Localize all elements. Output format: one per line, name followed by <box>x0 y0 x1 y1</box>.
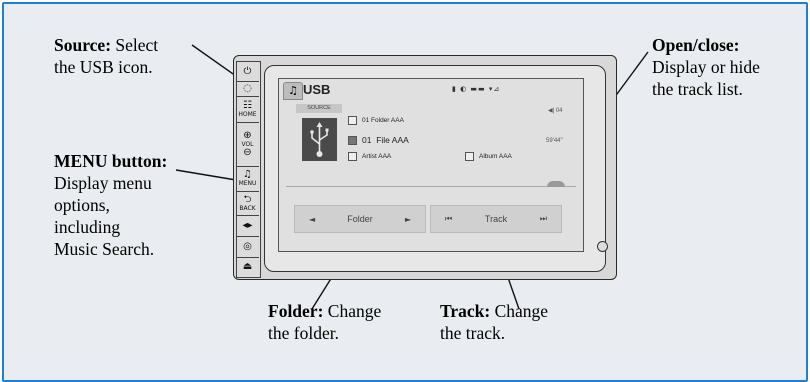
phone-icon: ◎ <box>243 240 252 252</box>
status-icons: ▮ ◐ ▬▬ ▾⊿ <box>452 85 501 93</box>
back-label: BACK <box>239 204 256 212</box>
folder-button-label: Folder <box>347 214 373 224</box>
track-list-toggle[interactable] <box>547 181 565 187</box>
source-callout: Source: Select the USB icon. <box>54 35 159 77</box>
menu-button[interactable]: ♫ MENU <box>236 166 259 192</box>
home-label: HOME <box>238 110 257 118</box>
music-icon: ♫ <box>243 169 252 180</box>
album-row: Album AAA <box>465 152 512 161</box>
album-icon <box>465 152 474 161</box>
track-control[interactable]: ⏮ Track ⏭ <box>430 205 562 233</box>
artist-icon <box>348 152 357 161</box>
folder-row[interactable]: 01 Folder AAA <box>348 116 404 125</box>
usb-tab-label[interactable]: USB <box>303 82 330 97</box>
elapsed-time: 59'44" <box>546 138 563 144</box>
menu-callout: MENU button: Display menu options, inclu… <box>54 151 168 259</box>
track-next-icon[interactable]: ⏭ <box>540 214 547 224</box>
home-button[interactable]: ☷ HOME <box>236 96 259 123</box>
file-name: File AAA <box>376 135 409 145</box>
usb-source-icon[interactable] <box>302 118 337 161</box>
music-tab-icon[interactable]: ♫ <box>283 82 303 100</box>
mount-screw-icon <box>597 241 608 252</box>
track-callout: Track: Change the track. <box>440 301 549 343</box>
day-night-button[interactable]: ◌ <box>236 81 259 97</box>
audio-button[interactable]: ◂▸ <box>236 215 259 237</box>
open-close-callout: Open/close: Display or hide the track li… <box>652 35 760 99</box>
source-label: SOURCE <box>296 104 342 113</box>
home-icon: ☷ <box>243 99 252 111</box>
volume-up-icon: ⊕ <box>243 129 252 141</box>
track-button-label: Track <box>484 214 508 224</box>
folder-icon <box>348 116 357 125</box>
file-number: 01 <box>362 135 372 145</box>
power-icon: ⏻ <box>243 65 252 77</box>
back-button[interactable]: ⮌ BACK <box>236 191 259 216</box>
folder-prev-icon[interactable]: ◄ <box>309 215 315 224</box>
folder-next-icon[interactable]: ► <box>405 215 411 224</box>
eject-icon: ⏏ <box>242 260 253 272</box>
artist-row: Artist AAA <box>348 152 391 161</box>
file-icon <box>348 136 357 146</box>
track-prev-icon[interactable]: ⏮ <box>445 214 452 224</box>
audio-icon: ◂▸ <box>242 219 253 231</box>
volume-down-icon: ⊖ <box>243 146 252 158</box>
volume-button[interactable]: ⊕ VOL ⊖ <box>236 122 259 167</box>
progress-divider <box>286 186 576 187</box>
folder-callout: Folder: Change the folder. <box>268 301 382 343</box>
phone-button[interactable]: ◎ <box>236 236 259 258</box>
brightness-icon: ◌ <box>243 82 252 94</box>
eject-button[interactable]: ⏏ <box>236 257 259 276</box>
back-icon: ⮌ <box>243 193 252 205</box>
folder-control[interactable]: ◄ Folder ► <box>294 205 426 233</box>
menu-label: MENU <box>238 180 257 187</box>
power-button[interactable]: ⏻ <box>236 62 259 82</box>
file-row[interactable]: 01 File AAA <box>348 135 409 146</box>
volume-indicator: ◀| 04 <box>548 108 563 114</box>
